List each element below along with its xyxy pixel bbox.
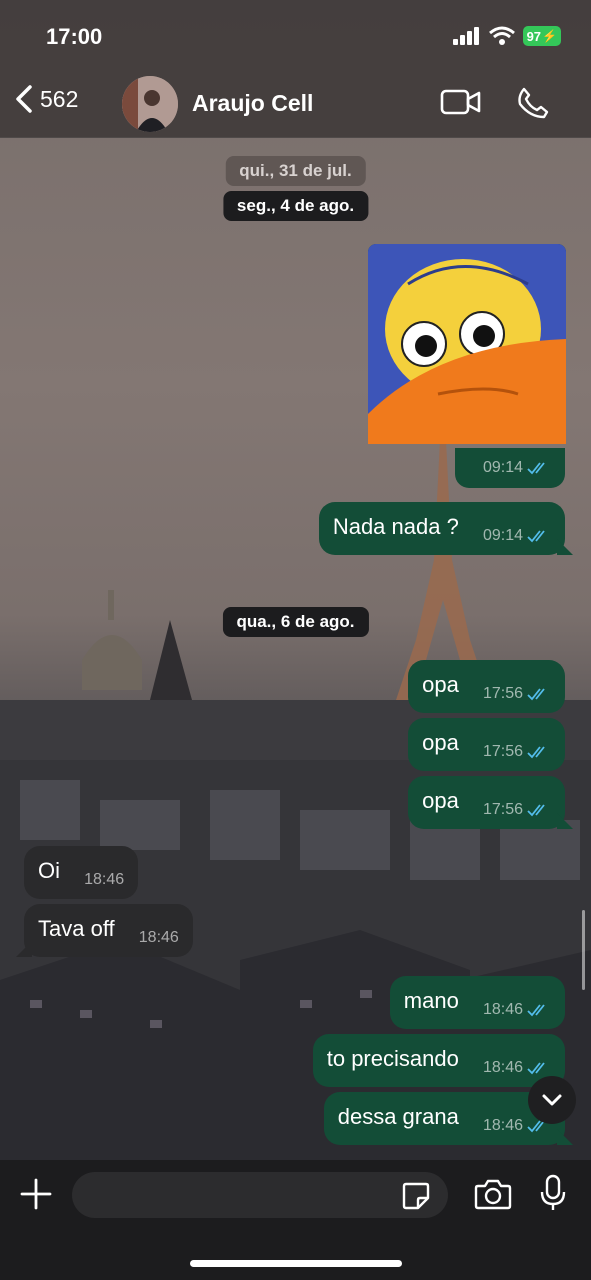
camera-button[interactable] bbox=[474, 1178, 512, 1215]
status-icons: 97 ⚡ bbox=[452, 26, 561, 46]
message-time: 09:14 bbox=[482, 527, 523, 544]
message-time: 18:46 bbox=[482, 1001, 523, 1018]
message-outgoing[interactable]: opa 17:56 bbox=[408, 776, 565, 829]
microphone-icon bbox=[540, 1174, 566, 1210]
image-message-meta: 09:14 bbox=[455, 448, 565, 488]
message-time: 18:46 bbox=[482, 1117, 523, 1134]
message-meta: 18:46 bbox=[84, 867, 124, 893]
message-time: 09:14 bbox=[482, 459, 523, 476]
message-outgoing[interactable]: opa 17:56 bbox=[408, 718, 565, 771]
message-meta: 17:56 bbox=[483, 681, 551, 707]
message-text: opa bbox=[422, 730, 459, 755]
message-text: opa bbox=[422, 672, 459, 697]
message-outgoing[interactable]: opa 17:56 bbox=[408, 660, 565, 713]
battery-indicator: 97 ⚡ bbox=[522, 26, 561, 46]
message-text: to precisando bbox=[326, 1046, 459, 1071]
message-meta: 18:46 bbox=[483, 1055, 551, 1081]
message-text: Nada nada ? bbox=[332, 514, 459, 539]
video-camera-icon bbox=[440, 89, 481, 115]
date-separator: qui., 31 de jul. bbox=[225, 156, 366, 186]
attach-button[interactable] bbox=[20, 1178, 52, 1215]
back-button[interactable]: 562 bbox=[12, 84, 78, 114]
read-receipt-icon bbox=[527, 804, 545, 817]
sticker-icon bbox=[402, 1182, 430, 1210]
message-incoming[interactable]: Oi 18:46 bbox=[24, 846, 139, 899]
message-meta: 17:56 bbox=[483, 739, 551, 765]
message-meta: 18:46 bbox=[139, 925, 179, 951]
homer-meme-image bbox=[368, 244, 566, 444]
date-separator: seg., 4 de ago. bbox=[222, 191, 369, 221]
home-indicator[interactable] bbox=[190, 1260, 402, 1267]
avatar-photo bbox=[122, 76, 178, 132]
phone-icon bbox=[518, 87, 549, 119]
chevron-left-icon bbox=[16, 85, 32, 113]
message-input[interactable] bbox=[72, 1172, 448, 1218]
message-time: 18:46 bbox=[482, 1059, 523, 1076]
read-receipt-icon bbox=[527, 462, 545, 475]
chevron-down-icon bbox=[542, 1094, 562, 1106]
sticker-button[interactable] bbox=[400, 1180, 432, 1217]
message-time: 18:46 bbox=[138, 929, 179, 946]
voice-call-button[interactable] bbox=[516, 86, 550, 125]
message-incoming[interactable]: Tava off 18:46 bbox=[24, 904, 193, 957]
wifi-icon bbox=[488, 26, 515, 45]
message-outgoing[interactable]: mano 18:46 bbox=[389, 976, 565, 1029]
message-time: 18:46 bbox=[84, 871, 125, 888]
voice-message-button[interactable] bbox=[540, 1174, 566, 1217]
plus-icon bbox=[20, 1178, 52, 1210]
message-time: 17:56 bbox=[482, 743, 523, 760]
video-call-button[interactable] bbox=[440, 88, 482, 121]
message-meta: 18:46 bbox=[483, 997, 551, 1023]
charging-bolt-icon: ⚡ bbox=[542, 29, 557, 43]
message-meta: 09:14 bbox=[483, 523, 551, 549]
scroll-to-bottom-button[interactable] bbox=[528, 1076, 576, 1124]
avatar[interactable] bbox=[122, 76, 178, 132]
status-time: 17:00 bbox=[46, 24, 103, 49]
message-time: 17:56 bbox=[482, 801, 523, 818]
read-receipt-icon bbox=[527, 1062, 545, 1075]
message-outgoing[interactable]: Nada nada ? 09:14 bbox=[318, 502, 565, 555]
read-receipt-icon bbox=[527, 1004, 545, 1017]
message-outgoing[interactable]: to precisando 18:46 bbox=[312, 1034, 565, 1087]
message-text: opa bbox=[422, 788, 459, 813]
date-separator: qua., 6 de ago. bbox=[222, 607, 369, 637]
read-receipt-icon bbox=[527, 530, 545, 543]
chat-header: 17:00 97 ⚡ 562 Araujo Cell bbox=[0, 0, 591, 138]
message-text: dessa grana bbox=[337, 1104, 459, 1129]
scroll-indicator[interactable] bbox=[582, 910, 585, 990]
message-text: Tava off bbox=[38, 916, 115, 941]
battery-level: 97 bbox=[526, 28, 542, 44]
message-time: 17:56 bbox=[482, 685, 523, 702]
message-meta: 17:56 bbox=[483, 797, 551, 823]
image-message[interactable] bbox=[368, 244, 566, 444]
message-text: mano bbox=[403, 988, 459, 1013]
message-text: Oi bbox=[38, 858, 60, 883]
contact-name[interactable]: Araujo Cell bbox=[192, 90, 313, 117]
read-receipt-icon bbox=[527, 746, 545, 759]
read-receipt-icon bbox=[527, 688, 545, 701]
camera-icon bbox=[474, 1179, 512, 1210]
cellular-signal-icon bbox=[452, 27, 479, 45]
unread-count: 562 bbox=[40, 85, 79, 112]
